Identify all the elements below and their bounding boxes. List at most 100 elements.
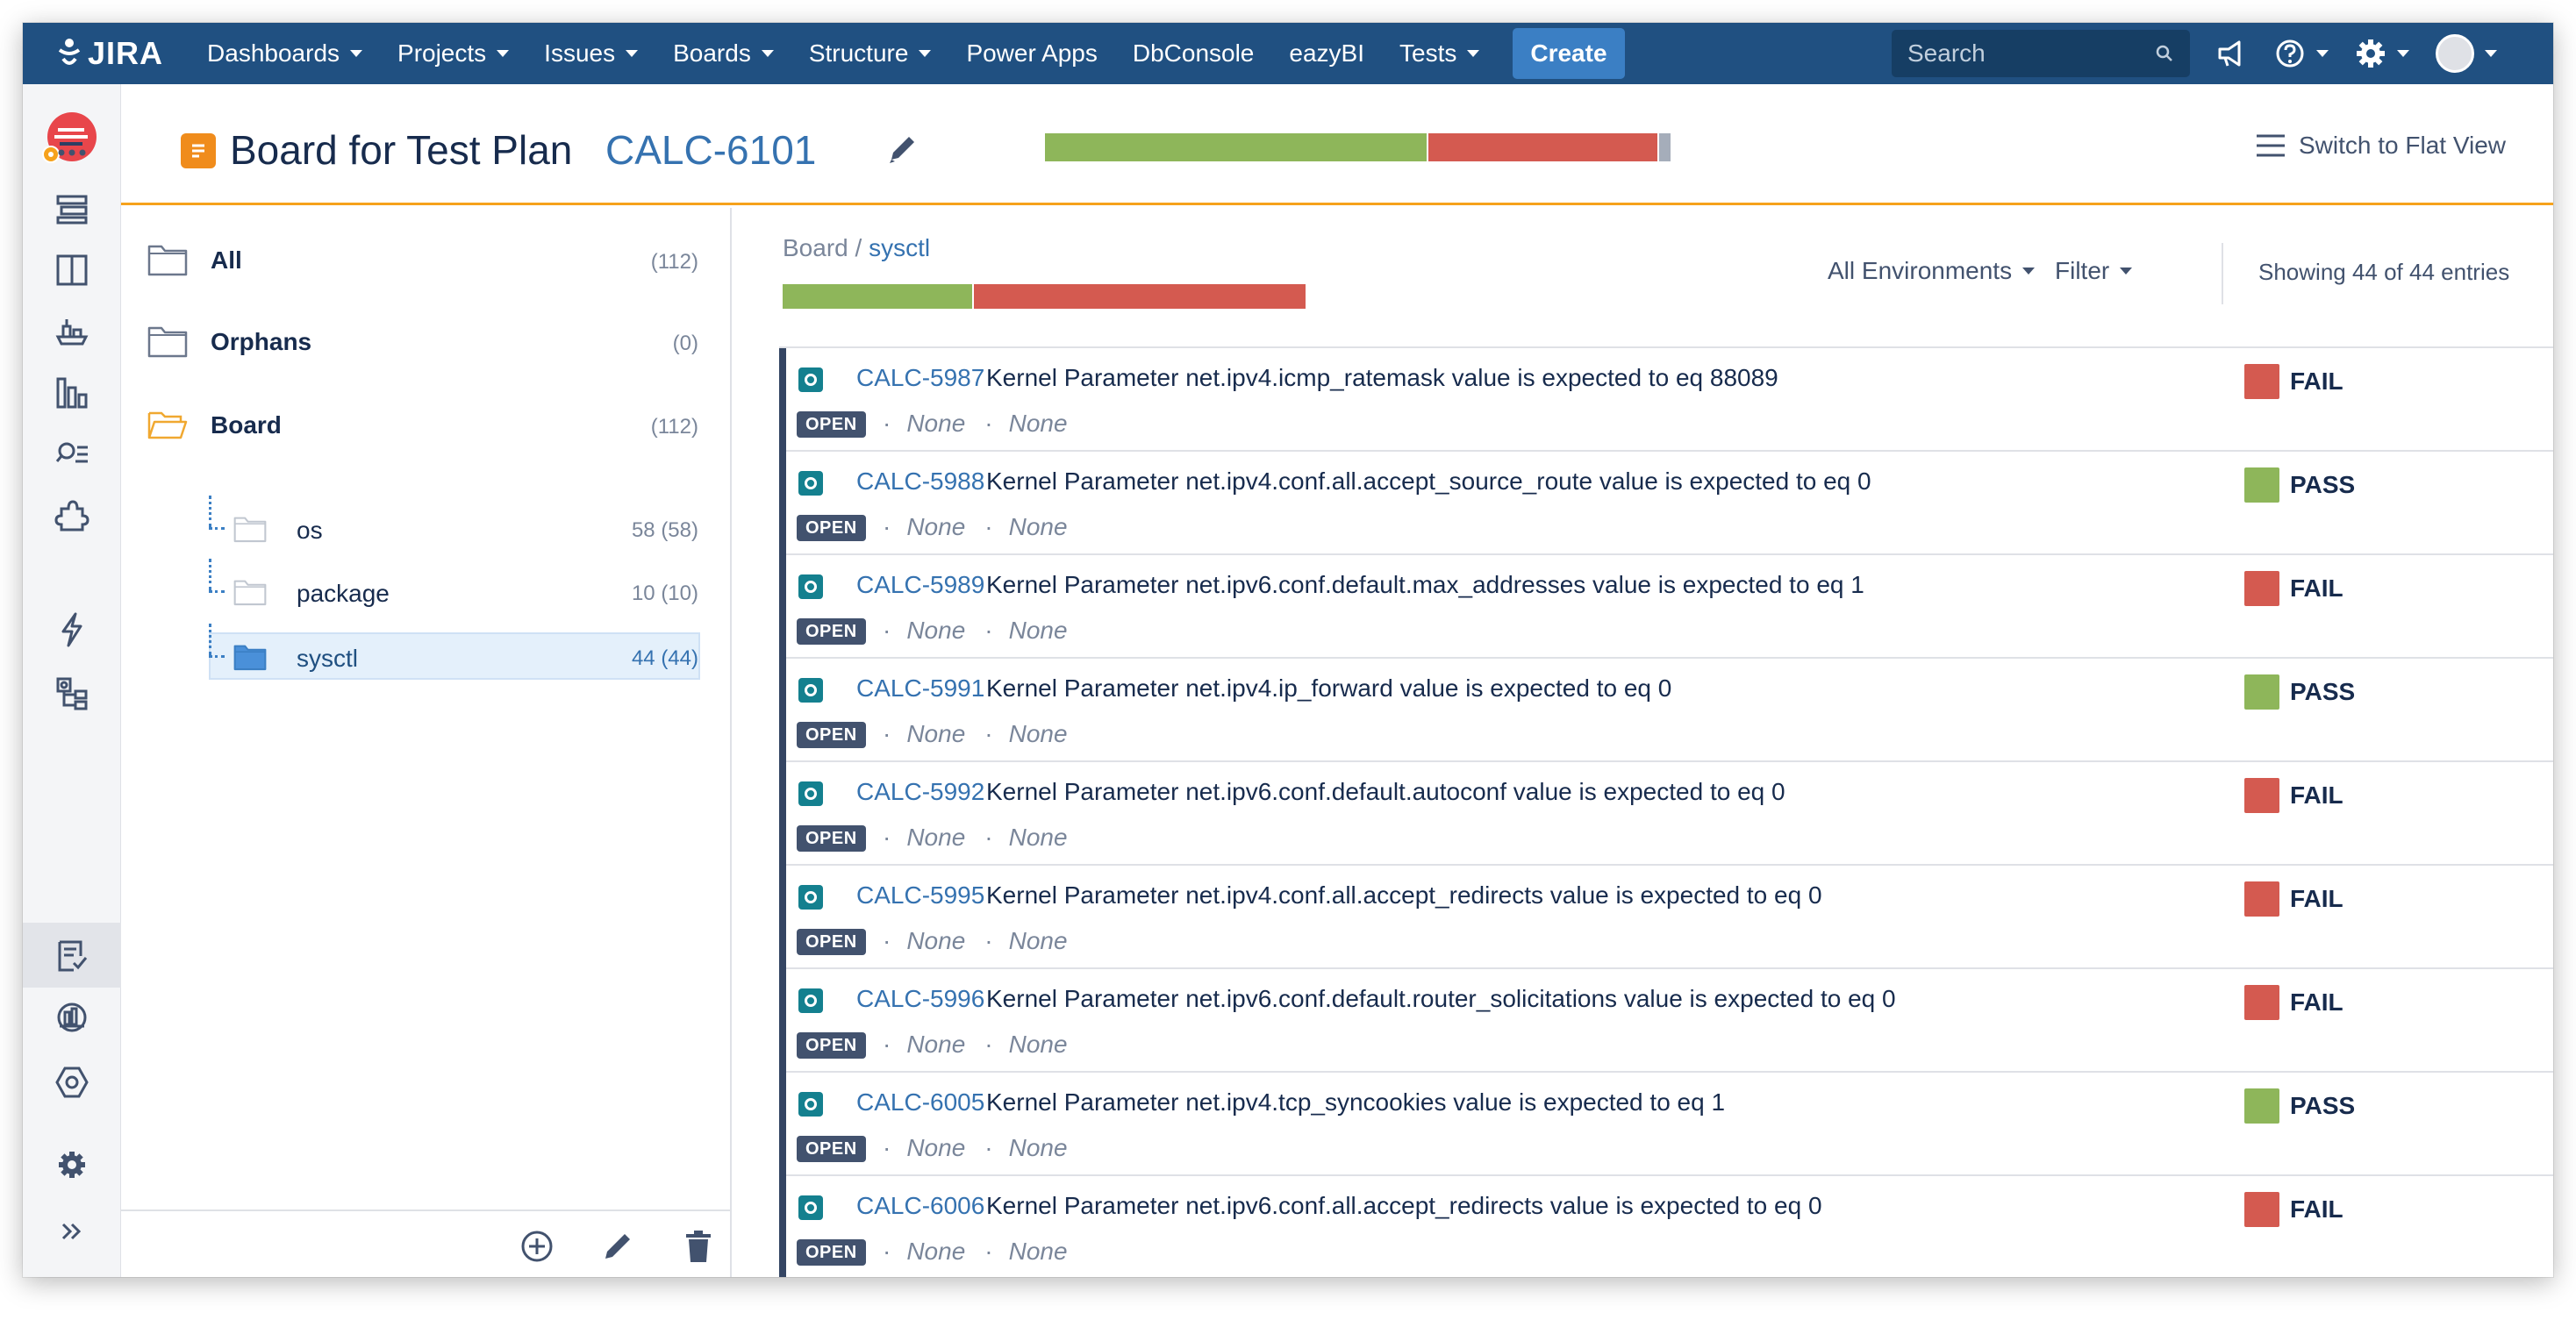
test-row[interactable]: CALC-6006 Kernel Parameter net.ipv6.conf.… — [779, 1176, 2553, 1277]
tree-connector — [209, 624, 211, 655]
releases-icon[interactable] — [53, 312, 91, 351]
test-issue-key-link[interactable]: CALC-6006 — [856, 1192, 984, 1220]
test-result-label: FAIL — [2290, 885, 2343, 912]
test-row[interactable]: CALC-5995 Kernel Parameter net.ipv4.conf.… — [779, 866, 2553, 969]
notifications-icon[interactable] — [2216, 39, 2248, 68]
reports-icon[interactable] — [53, 374, 91, 412]
addons-puzzle-icon[interactable] — [53, 496, 91, 535]
test-plan-board-icon[interactable] — [53, 937, 91, 975]
separator-dot-icon: · — [883, 410, 891, 437]
delete-folder-trash-icon[interactable] — [683, 1229, 714, 1264]
nav-item-issues[interactable]: Issues — [526, 23, 655, 84]
separator-dot-icon: · — [984, 513, 993, 540]
test-issue-key-link[interactable]: CALC-5996 — [856, 985, 984, 1013]
test-result[interactable]: FAIL — [2244, 778, 2343, 813]
settings-gear-icon[interactable] — [2355, 38, 2409, 69]
filter-dropdown[interactable]: Filter — [2055, 257, 2133, 285]
nav-item-dashboards[interactable]: Dashboards — [190, 23, 380, 84]
test-issue-key-link[interactable]: CALC-5987 — [856, 364, 984, 392]
search-icon[interactable] — [2155, 44, 2174, 63]
chevron-down-icon — [350, 50, 363, 57]
test-repository-icon[interactable] — [53, 674, 91, 712]
search-input[interactable] — [1907, 39, 2136, 68]
more-icon[interactable] — [53, 133, 91, 172]
board-icon[interactable] — [53, 251, 91, 289]
logo-text: JIRA — [88, 35, 164, 71]
test-issue-key-link[interactable]: CALC-5989 — [856, 571, 984, 599]
test-coverage-icon[interactable] — [53, 998, 91, 1037]
rename-folder-pencil-icon[interactable] — [600, 1229, 635, 1264]
separator-dot-icon: · — [984, 720, 993, 747]
nav-item-boards[interactable]: Boards — [655, 23, 791, 84]
add-folder-icon[interactable] — [519, 1229, 555, 1264]
row-accent-bar — [779, 1073, 786, 1176]
test-summary[interactable]: Kernel Parameter net.ipv4.tcp_syncookies… — [986, 1088, 1725, 1117]
create-button[interactable]: Create — [1513, 28, 1625, 79]
breadcrumb-root[interactable]: Board — [783, 234, 848, 261]
test-row[interactable]: CALC-5987 Kernel Parameter net.ipv4.icmp_… — [779, 348, 2553, 452]
tree-item-orphans[interactable]: Orphans (0) — [121, 314, 732, 370]
test-row[interactable]: CALC-5996 Kernel Parameter net.ipv6.conf.… — [779, 969, 2553, 1073]
test-row[interactable]: CALC-5988 Kernel Parameter net.ipv4.conf.… — [779, 452, 2553, 555]
expand-sidebar-icon[interactable] — [53, 1212, 91, 1251]
test-summary[interactable]: Kernel Parameter net.ipv4.conf.all.accep… — [986, 881, 1822, 910]
test-issue-type-icon — [798, 988, 823, 1013]
test-result[interactable]: FAIL — [2244, 364, 2343, 399]
tree-item-all[interactable]: All (112) — [121, 232, 732, 289]
status-badge: OPEN — [797, 722, 866, 748]
nav-item-eazybi[interactable]: eazyBI — [1271, 23, 1382, 84]
test-issue-key-link[interactable]: CALC-5991 — [856, 674, 984, 703]
nav-item-dbconsole[interactable]: DbConsole — [1115, 23, 1272, 84]
test-summary[interactable]: Kernel Parameter net.ipv6.conf.default.m… — [986, 571, 1864, 599]
test-row[interactable]: CALC-6005 Kernel Parameter net.ipv4.tcp_s… — [779, 1073, 2553, 1176]
tree-item-board[interactable]: Board (112) — [121, 397, 732, 453]
nav-item-structure[interactable]: Structure — [791, 23, 949, 84]
test-summary[interactable]: Kernel Parameter net.ipv6.conf.default.r… — [986, 985, 1896, 1013]
test-result[interactable]: FAIL — [2244, 571, 2343, 606]
help-icon[interactable] — [2274, 38, 2329, 69]
test-row[interactable]: CALC-5992 Kernel Parameter net.ipv6.conf.… — [779, 762, 2553, 866]
edit-pencil-icon[interactable] — [884, 132, 919, 167]
test-summary[interactable]: Kernel Parameter net.ipv4.icmp_ratemask … — [986, 364, 1778, 392]
test-result-label: FAIL — [2290, 574, 2343, 602]
test-issue-key-link[interactable]: CALC-5988 — [856, 467, 984, 496]
test-summary[interactable]: Kernel Parameter net.ipv6.conf.default.a… — [986, 778, 1785, 806]
jira-logo[interactable]: JIRA — [56, 35, 163, 72]
issues-search-icon[interactable] — [53, 435, 91, 474]
test-result[interactable]: PASS — [2244, 674, 2355, 710]
nav-item-power-apps[interactable]: Power Apps — [948, 23, 1114, 84]
status-badge: OPEN — [797, 618, 866, 645]
test-result[interactable]: PASS — [2244, 1088, 2355, 1124]
chevron-down-icon — [2485, 50, 2497, 57]
test-plan-key-link[interactable]: CALC-6101 — [605, 126, 816, 174]
test-result[interactable]: FAIL — [2244, 1192, 2343, 1227]
test-issue-key-link[interactable]: CALC-5992 — [856, 778, 984, 806]
test-result[interactable]: FAIL — [2244, 881, 2343, 917]
backlog-icon[interactable] — [53, 189, 91, 228]
test-result[interactable]: FAIL — [2244, 985, 2343, 1020]
user-menu[interactable] — [2436, 34, 2497, 73]
test-issue-key-link[interactable]: CALC-6005 — [856, 1088, 984, 1117]
hexagon-icon[interactable] — [53, 1063, 91, 1102]
nav-item-projects[interactable]: Projects — [380, 23, 526, 84]
nav-item-tests[interactable]: Tests — [1382, 23, 1497, 84]
project-settings-gear-icon[interactable] — [53, 1145, 91, 1184]
test-issue-type-icon — [798, 367, 823, 392]
folder-icon — [233, 643, 267, 675]
test-meta: · None · None — [883, 927, 1068, 955]
test-result[interactable]: PASS — [2244, 467, 2355, 503]
test-row[interactable]: CALC-5989 Kernel Parameter net.ipv6.conf.… — [779, 555, 2553, 659]
environment-dropdown[interactable]: All Environments — [1828, 257, 2036, 285]
test-summary[interactable]: Kernel Parameter net.ipv4.ip_forward val… — [986, 674, 1671, 703]
test-result-label: PASS — [2290, 1092, 2356, 1119]
nav-item-label: eazyBI — [1289, 39, 1364, 67]
search-box[interactable] — [1892, 30, 2190, 77]
avatar[interactable] — [2436, 34, 2474, 73]
test-summary[interactable]: Kernel Parameter net.ipv4.conf.all.accep… — [986, 467, 1871, 496]
breadcrumb-current[interactable]: sysctl — [869, 234, 930, 261]
test-row[interactable]: CALC-5991 Kernel Parameter net.ipv4.ip_fo… — [779, 659, 2553, 762]
automation-lightning-icon[interactable] — [53, 610, 91, 649]
test-issue-key-link[interactable]: CALC-5995 — [856, 881, 984, 910]
switch-flat-view-button[interactable]: Switch to Flat View — [2255, 132, 2506, 160]
test-summary[interactable]: Kernel Parameter net.ipv6.conf.all.accep… — [986, 1192, 1822, 1220]
